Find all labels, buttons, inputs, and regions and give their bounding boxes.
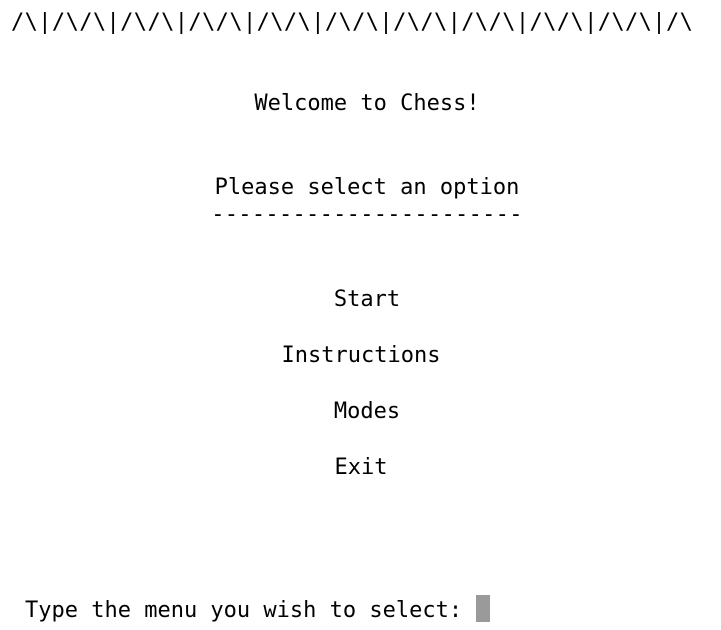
- heading-underline: -----------------------: [211, 202, 523, 227]
- command-input-line[interactable]: Type the menu you wish to select:: [25, 595, 491, 624]
- menu-item-start: Start: [333, 287, 401, 312]
- menu-item-exit: Exit: [334, 455, 388, 480]
- decorative-border: /\|/\/\|/\/\|/\/\|/\/\|/\/\|/\/\|/\/\|/\…: [11, 12, 694, 34]
- select-option-heading: Please select an option: [214, 175, 520, 200]
- welcome-title: Welcome to Chess!: [254, 91, 480, 116]
- input-prompt-label: Type the menu you wish to select:: [25, 597, 463, 623]
- menu-item-modes: Modes: [333, 399, 401, 424]
- terminal-window: /\|/\/\|/\/\|/\/\|/\/\|/\/\|/\/\|/\/\|/\…: [0, 0, 722, 630]
- text-cursor[interactable]: [476, 595, 491, 622]
- menu-item-instructions: Instructions: [281, 343, 441, 368]
